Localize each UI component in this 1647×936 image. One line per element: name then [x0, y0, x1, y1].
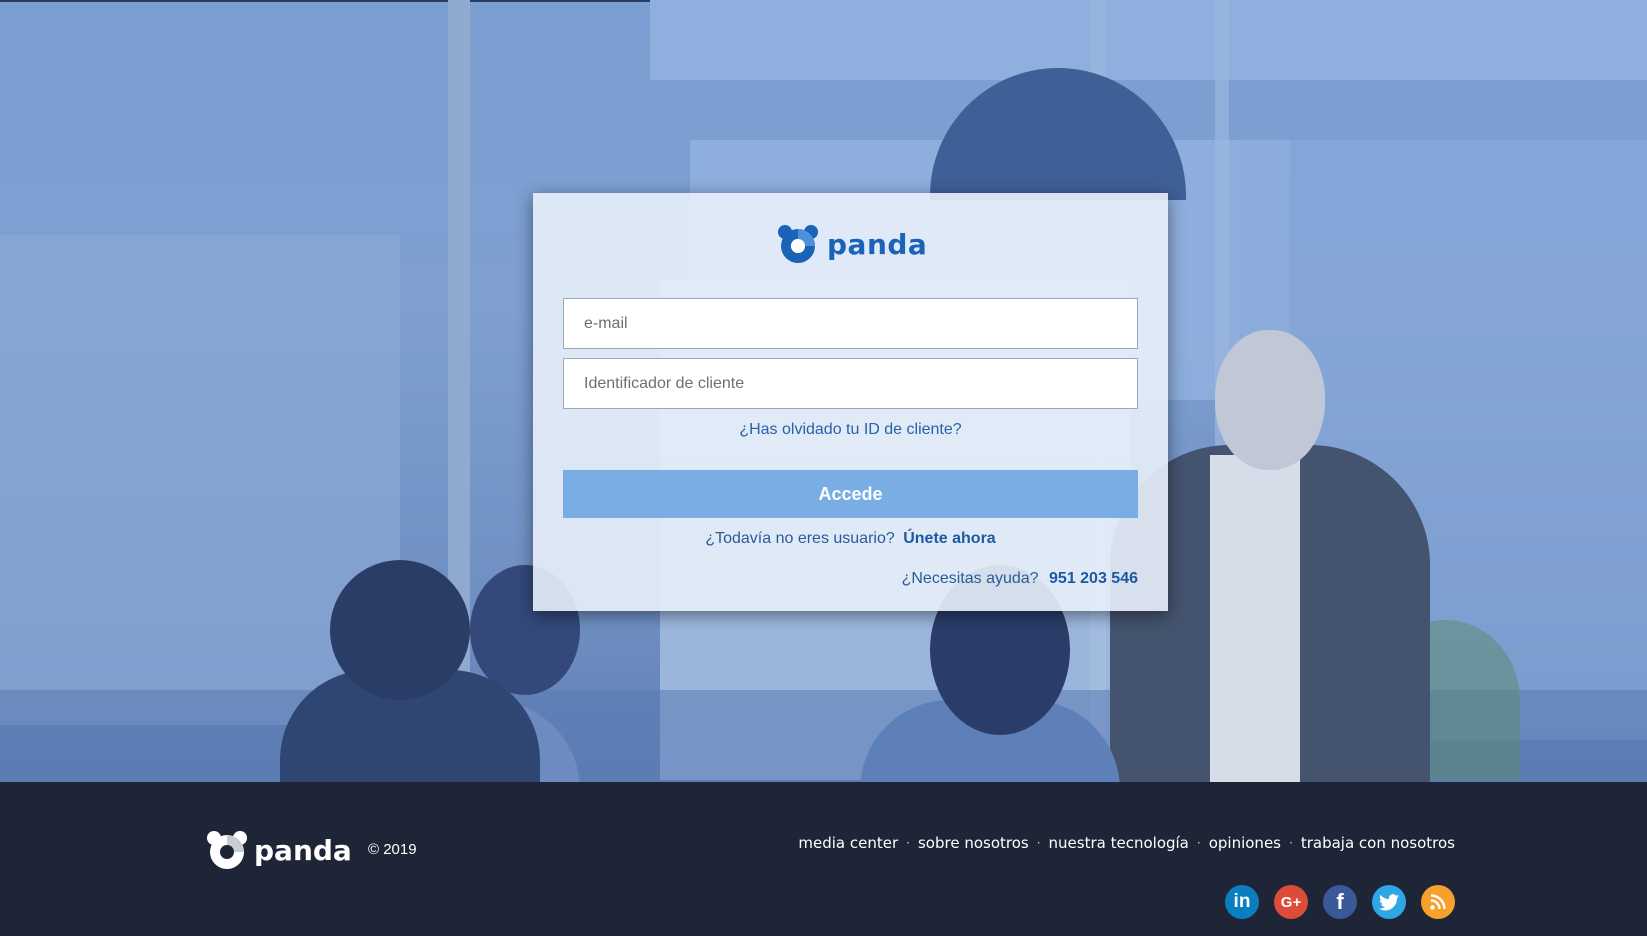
twitter-bird-icon	[1379, 893, 1399, 910]
facebook-glyph: f	[1336, 889, 1344, 914]
panda-logo-icon	[207, 831, 247, 869]
link-separator: ·	[906, 836, 910, 850]
google-plus-icon[interactable]: G+	[1274, 885, 1308, 919]
footer-link-trabaja-con-nosotros[interactable]: trabaja con nosotros	[1301, 834, 1455, 852]
link-separator: ·	[1036, 836, 1041, 850]
login-card: panda ¿Has olvidado tu ID de cliente? Ac…	[533, 193, 1168, 611]
forgot-client-id-link[interactable]: ¿Has olvidado tu ID de cliente?	[533, 421, 1168, 439]
social-links: in G+ f	[1225, 885, 1455, 919]
help-row: ¿Necesitas ayuda? 951 203 546	[902, 570, 1138, 588]
footer-link-sobre-nosotros[interactable]: sobre nosotros	[918, 834, 1029, 852]
twitter-icon[interactable]	[1372, 885, 1406, 919]
copyright: © 2019	[368, 841, 417, 858]
panda-logo: panda	[777, 224, 927, 264]
rss-icon[interactable]	[1421, 885, 1455, 919]
footer-link-nuestra-tecnologia[interactable]: nuestra tecnología	[1049, 834, 1189, 852]
footer-logo-text: panda	[254, 833, 352, 867]
footer-link-opiniones[interactable]: opiniones	[1209, 834, 1281, 852]
google-plus-glyph: G+	[1280, 893, 1302, 911]
background-attendee-head	[330, 560, 470, 700]
login-button[interactable]: Accede	[563, 470, 1138, 518]
background-presenter-shirt	[1210, 455, 1300, 782]
signup-row: ¿Todavía no eres usuario? Únete ahora	[533, 530, 1168, 548]
signup-link[interactable]: Únete ahora	[903, 530, 995, 547]
footer-logo[interactable]: panda	[206, 830, 352, 870]
link-separator: ·	[1289, 836, 1293, 850]
linkedin-glyph: in	[1233, 891, 1251, 912]
help-phone-link[interactable]: 951 203 546	[1049, 570, 1138, 587]
footer-links: media center · sobre nosotros · nuestra …	[798, 834, 1455, 852]
background-presenter-head	[1215, 330, 1325, 470]
link-separator: ·	[1196, 836, 1201, 850]
signup-prompt: ¿Todavía no eres usuario?	[705, 530, 895, 547]
email-input[interactable]	[563, 298, 1138, 349]
footer-link-media-center[interactable]: media center	[798, 834, 898, 852]
panda-logo-icon	[778, 225, 818, 263]
facebook-icon[interactable]: f	[1323, 885, 1357, 919]
rss-feed-icon	[1430, 894, 1446, 910]
client-id-input[interactable]	[563, 358, 1138, 409]
background-lamp	[930, 68, 1186, 200]
footer: panda © 2019 media center · sobre nosotr…	[0, 782, 1647, 936]
panda-logo-text: panda	[827, 227, 928, 261]
help-prompt: ¿Necesitas ayuda?	[901, 570, 1039, 587]
linkedin-icon[interactable]: in	[1225, 885, 1259, 919]
background-window	[650, 0, 1647, 80]
